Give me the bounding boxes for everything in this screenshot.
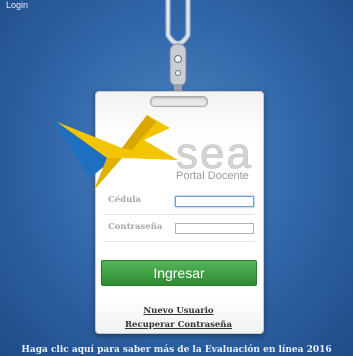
cedula-row: Cédula [103,193,255,211]
password-input[interactable] [175,223,254,234]
password-label: Contraseña [108,222,163,232]
cedula-input[interactable] [175,196,254,207]
cedula-label: Cédula [108,195,142,205]
recover-password-link[interactable]: Recuperar Contraseña [95,320,262,330]
evaluation-info-link[interactable]: Haga clic aquí para saber más de la Eval… [0,345,353,355]
sea-logo-icon: sea [52,115,251,190]
badge-slot [150,96,208,107]
new-user-link[interactable]: Nuevo Usuario [95,306,262,316]
field-divider [103,241,255,242]
ingresar-button[interactable]: Ingresar [101,260,257,286]
portal-docente-subtitle: Portal Docente [176,170,249,182]
field-divider [103,214,255,215]
password-row: Contraseña [103,220,255,238]
